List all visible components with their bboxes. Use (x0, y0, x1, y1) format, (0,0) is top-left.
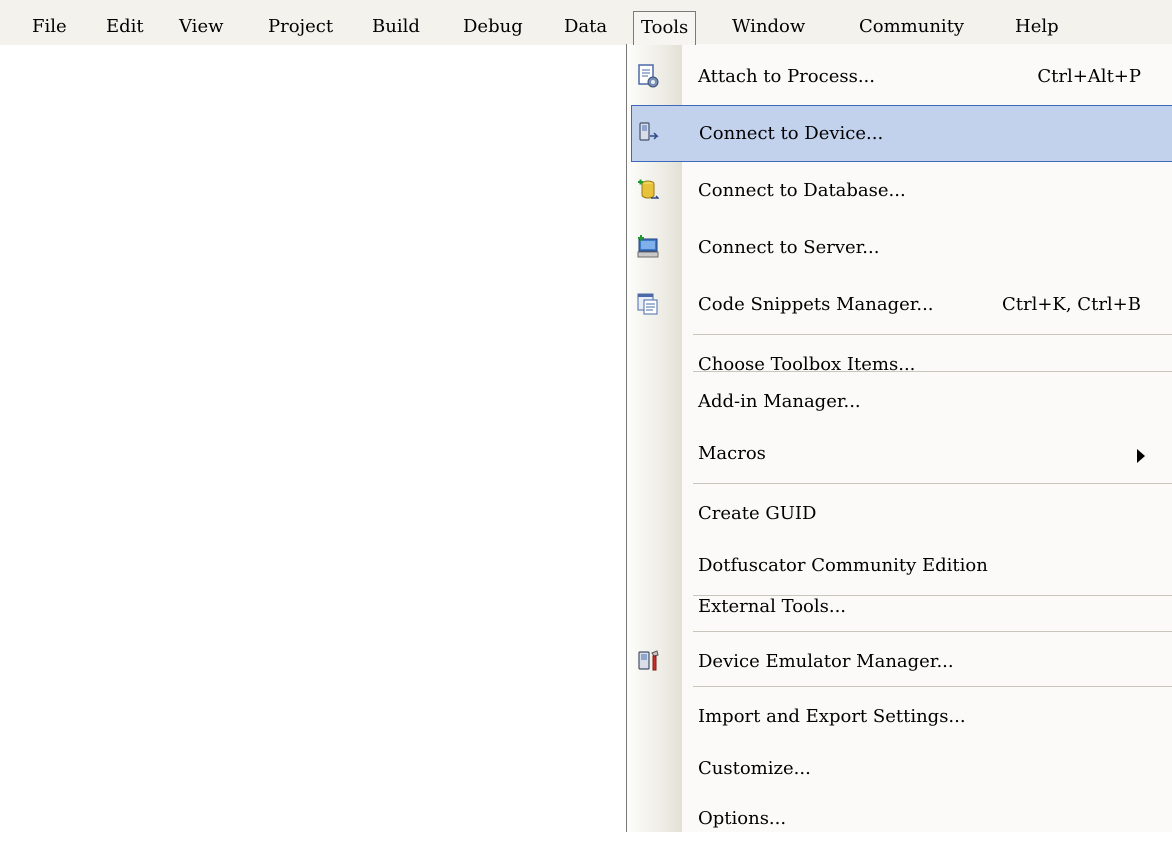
menu-community[interactable]: Community (859, 12, 964, 42)
menu-item-connect-to-server[interactable]: Connect to Server... (627, 219, 1172, 276)
tools-dropdown-menu: Attach to Process... Ctrl+Alt+P Connect … (626, 44, 1172, 832)
menu-item-connect-to-device[interactable]: Connect to Device... (631, 105, 1172, 162)
menu-item-options[interactable]: Options... (627, 790, 1172, 847)
menu-edit[interactable]: Edit (106, 12, 144, 42)
menu-item-label: Customize... (698, 758, 811, 779)
menu-separator (693, 334, 1172, 335)
menu-item-label: Add-in Manager... (698, 391, 861, 412)
menu-item-label: Options... (698, 808, 787, 829)
connect-database-icon (638, 179, 659, 199)
menu-item-label: Macros (698, 443, 766, 464)
menu-build[interactable]: Build (372, 12, 420, 42)
menu-view[interactable]: View (179, 12, 224, 42)
code-snippets-icon (637, 293, 658, 315)
menu-separator (693, 483, 1172, 484)
menu-item-import-export-settings[interactable]: Import and Export Settings... (627, 688, 1172, 745)
menu-item-connect-to-database[interactable]: Connect to Database... (627, 162, 1172, 219)
menu-item-label: Connect to Server... (698, 237, 880, 258)
menu-item-code-snippets-manager[interactable]: Code Snippets Manager... Ctrl+K, Ctrl+B (627, 276, 1172, 333)
menu-debug[interactable]: Debug (463, 12, 523, 42)
menu-item-attach-to-process[interactable]: Attach to Process... Ctrl+Alt+P (627, 48, 1172, 105)
menu-item-label: Code Snippets Manager... (698, 294, 934, 315)
menu-tools[interactable]: Tools (633, 11, 697, 45)
submenu-arrow-icon (1137, 449, 1145, 463)
menu-item-label: Import and Export Settings... (698, 706, 966, 727)
shortcut-text: Ctrl+Alt+P (1037, 66, 1141, 87)
menu-project[interactable]: Project (268, 12, 333, 42)
menu-item-label: Connect to Device... (699, 123, 884, 144)
menu-item-label: Device Emulator Manager... (698, 651, 954, 672)
menu-separator (693, 631, 1172, 632)
menu-window[interactable]: Window (732, 12, 805, 42)
connect-server-icon (637, 235, 659, 258)
menu-item-device-emulator-manager[interactable]: Device Emulator Manager... (627, 633, 1172, 690)
connect-device-icon (639, 122, 659, 141)
menu-item-label: Create GUID (698, 503, 817, 524)
shortcut-text: Ctrl+K, Ctrl+B (1001, 294, 1141, 315)
menu-separator (693, 371, 1172, 372)
menu-item-add-in-manager[interactable]: Add-in Manager... (627, 373, 1172, 430)
menu-item-external-tools[interactable]: External Tools... (627, 578, 1172, 635)
menu-item-macros[interactable]: Macros (627, 425, 1172, 482)
menu-item-label: External Tools... (698, 596, 847, 617)
menu-bar: File Edit View Project Build Debug Data … (0, 0, 1172, 45)
menu-item-label: Connect to Database... (698, 180, 906, 201)
menu-item-label: Attach to Process... (698, 66, 875, 87)
menu-data[interactable]: Data (564, 12, 607, 42)
menu-file[interactable]: File (32, 12, 67, 42)
menu-help[interactable]: Help (1015, 12, 1059, 42)
attach-process-icon (638, 64, 659, 88)
device-emulator-icon (638, 650, 659, 671)
menu-item-create-guid[interactable]: Create GUID (627, 485, 1172, 542)
menu-separator (693, 686, 1172, 687)
menu-item-customize[interactable]: Customize... (627, 740, 1172, 797)
